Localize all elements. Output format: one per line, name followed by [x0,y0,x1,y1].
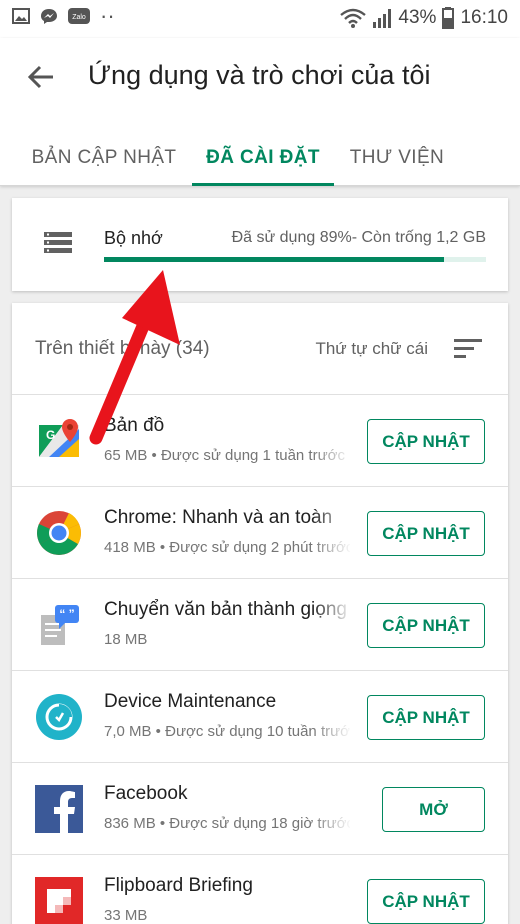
text-fade [312,593,352,659]
text-fade [312,869,352,924]
tab-installed[interactable]: ĐÃ CÀI ĐẶT [192,130,334,186]
messenger-notification-icon [41,9,57,24]
storage-progress-bar [104,257,486,262]
clock: 16:10 [460,7,508,28]
active-tab-indicator [192,183,334,186]
svg-text:Zalo: Zalo [72,14,86,21]
text-fade [312,777,352,843]
tab-library[interactable]: THƯ VIỆN [338,130,456,186]
text-fade [312,501,352,567]
update-button[interactable]: CẬP NHẬT [367,695,485,740]
list-item-flipboard[interactable]: Flipboard Briefing 33 MB CẬP NHẬT [12,855,508,924]
storage-icon [44,232,72,253]
list-item-text-to-speech[interactable]: “ ” Chuyển văn bản thành giọng nói 18 MB… [12,579,508,671]
sort-order-label[interactable]: Thứ tự chữ cái [315,339,428,359]
update-button[interactable]: CẬP NHẬT [367,603,485,648]
status-bar: Zalo ·· 43% 16:10 [0,0,520,38]
list-item-device-maintenance[interactable]: Device Maintenance 7,0 MB • Được sử dụng… [12,671,508,763]
more-notifications-dots: ·· [100,3,115,28]
storage-usage-text: Đã sử dụng 89%- Còn trống 1,2 GB [231,229,486,246]
facebook-icon [35,785,83,833]
battery-percent: 43% [398,7,437,28]
device-maintenance-icon [36,694,82,740]
text-fade [312,685,352,751]
battery-icon [442,7,455,29]
list-item-facebook[interactable]: Facebook 836 MB • Được sử dụng 18 giờ tr… [12,763,508,855]
svg-text:G: G [46,428,55,442]
flipboard-icon [35,877,83,924]
list-item-chrome[interactable]: Chrome: Nhanh và an toàn 418 MB • Được s… [12,487,508,579]
google-maps-icon: G [39,419,79,457]
device-app-count: Trên thiết bị này (34) [35,338,210,359]
installed-apps-card: Trên thiết bị này (34) Thứ tự chữ cái G … [12,303,508,924]
storage-progress-fill [104,257,444,262]
app-header: Ứng dụng và trò chơi của tôi BẢN CẬP NHẬ… [0,38,520,186]
gallery-notification-icon [12,8,30,24]
text-to-speech-icon: “ ” [41,605,79,645]
list-item-maps[interactable]: G Bản đồ 65 MB • Được sử dụng 1 tuần trư… [12,395,508,487]
storage-label: Bộ nhớ [104,228,163,248]
update-button[interactable]: CẬP NHẬT [367,511,485,556]
wifi-icon [340,8,367,28]
storage-card[interactable]: Bộ nhớ Đã sử dụng 89%- Còn trống 1,2 GB [12,198,508,291]
text-fade [312,409,352,475]
open-button[interactable]: MỞ [382,787,485,832]
update-button[interactable]: CẬP NHẬT [367,879,485,924]
back-arrow-icon[interactable] [26,62,56,92]
signal-icon [373,9,392,28]
update-button[interactable]: CẬP NHẬT [367,419,485,464]
svg-text:“ ”: “ ” [59,607,74,621]
tab-updates[interactable]: BẢN CẬP NHẬT [18,130,190,186]
chrome-icon [37,511,81,555]
tab-bar: BẢN CẬP NHẬT ĐÃ CÀI ĐẶT THƯ VIỆN [0,130,520,186]
sort-icon[interactable] [454,339,482,359]
list-header: Trên thiết bị này (34) Thứ tự chữ cái [12,303,508,395]
zalo-notification-icon: Zalo [68,8,90,24]
page-title: Ứng dụng và trò chơi của tôi [88,60,431,90]
